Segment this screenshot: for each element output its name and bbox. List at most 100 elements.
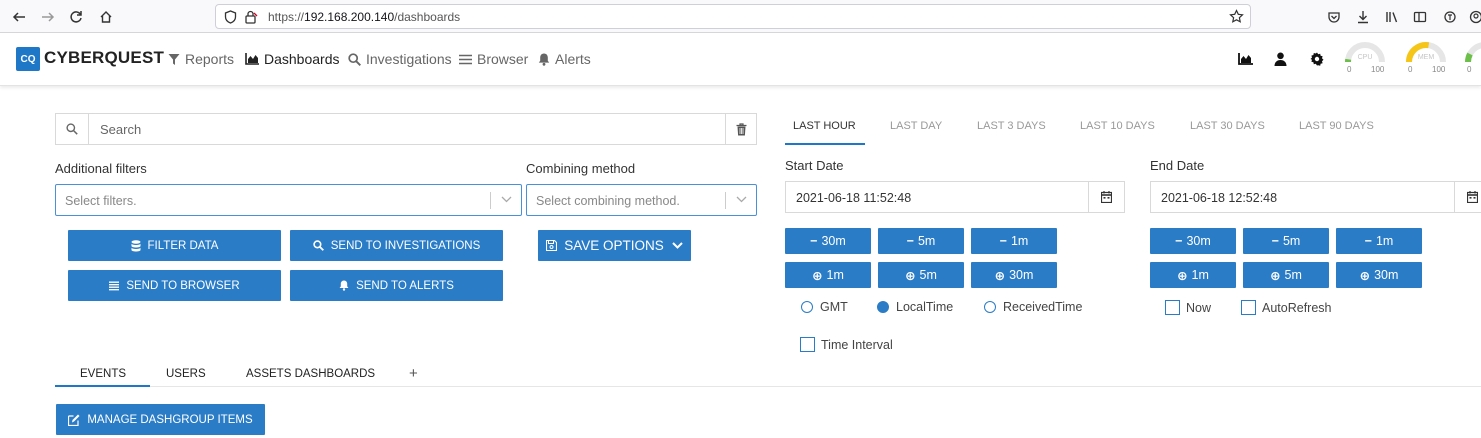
- start-date-field[interactable]: 2021-06-18 11:52:48: [785, 181, 1125, 213]
- radio-receivedtime[interactable]: ReceivedTime: [984, 300, 1082, 314]
- home-icon[interactable]: [96, 7, 116, 27]
- lock-icon[interactable]: [244, 10, 258, 24]
- save-options-button[interactable]: SAVE OPTIONS: [538, 230, 691, 261]
- nav-dashboards[interactable]: Dashboards: [245, 51, 340, 67]
- mem-gauge-label: MEM: [1417, 54, 1435, 61]
- end-plus-5m-button[interactable]: ⊕ 5m: [1243, 262, 1329, 288]
- shield-icon[interactable]: [224, 10, 237, 24]
- radio-button-selected[interactable]: [877, 301, 889, 313]
- search-input[interactable]: [90, 114, 726, 144]
- chevron-down-icon[interactable]: [736, 196, 747, 203]
- checkbox[interactable]: [1165, 300, 1180, 315]
- cpu-gauge-label: CPU: [1357, 54, 1373, 61]
- range-tab-last-10-days[interactable]: LAST 10 DAYS: [1080, 120, 1155, 132]
- calendar-icon[interactable]: [1088, 182, 1124, 212]
- active-range-indicator: [785, 143, 865, 145]
- trash-icon[interactable]: [725, 114, 756, 144]
- nav-alerts[interactable]: Alerts: [538, 51, 591, 67]
- send-to-investigations-button[interactable]: SEND TO INVESTIGATIONS: [290, 230, 503, 261]
- autorefresh-checkbox[interactable]: AutoRefresh: [1241, 300, 1331, 315]
- account-icon[interactable]: [1466, 7, 1481, 27]
- nav-reports[interactable]: Reports: [168, 51, 234, 67]
- now-label: Now: [1186, 300, 1212, 315]
- cpu-gauge-min: 0: [1347, 65, 1352, 74]
- bookmark-star-icon[interactable]: [1229, 9, 1244, 24]
- area-chart-icon[interactable]: [1236, 50, 1254, 68]
- additional-filters-placeholder: Select filters.: [65, 194, 137, 208]
- back-icon[interactable]: [9, 7, 29, 27]
- calendar-icon[interactable]: [1454, 182, 1481, 212]
- mem-gauge-max: 100: [1432, 65, 1446, 74]
- step-label: 1m: [1375, 234, 1394, 248]
- end-plus-30m-button[interactable]: ⊕ 30m: [1336, 262, 1422, 288]
- step-label: 5m: [1284, 268, 1302, 282]
- extension-icon[interactable]: [1440, 7, 1460, 27]
- start-minus-30m-button[interactable]: −30m: [785, 228, 871, 254]
- url-text[interactable]: https://192.168.200.140/dashboards: [268, 10, 460, 24]
- filter-data-button[interactable]: FILTER DATA: [68, 230, 281, 261]
- start-plus-1m-button[interactable]: ⊕ 1m: [785, 262, 871, 288]
- url-path: /dashboards: [394, 10, 461, 24]
- sidebar-icon[interactable]: [1410, 7, 1430, 27]
- send-to-browser-button[interactable]: SEND TO BROWSER: [68, 270, 281, 301]
- search-icon: [348, 52, 361, 66]
- logo-abbr: CQ: [20, 53, 36, 65]
- radio-localtime[interactable]: LocalTime: [877, 300, 953, 314]
- forward-icon[interactable]: [38, 7, 58, 27]
- search-icon: [313, 240, 324, 251]
- step-label: 30m: [821, 234, 846, 248]
- minus-icon: −: [999, 234, 1007, 248]
- end-minus-30m-button[interactable]: −30m: [1150, 228, 1236, 254]
- tab-assets-dashboards[interactable]: ASSETS DASHBOARDS: [246, 368, 375, 380]
- tab-events[interactable]: EVENTS: [80, 368, 126, 380]
- range-tab-last-3-days[interactable]: LAST 3 DAYS: [977, 120, 1046, 132]
- logo[interactable]: CQ: [16, 47, 40, 71]
- send-to-alerts-button[interactable]: SEND TO ALERTS: [290, 270, 503, 301]
- gear-icon[interactable]: [1308, 50, 1326, 68]
- search-icon[interactable]: [56, 114, 89, 144]
- end-minus-1m-button[interactable]: −1m: [1336, 228, 1422, 254]
- now-checkbox[interactable]: Now: [1165, 300, 1211, 315]
- filter-data-label: FILTER DATA: [147, 239, 219, 252]
- step-label: 30m: [1009, 268, 1034, 282]
- user-icon[interactable]: [1271, 50, 1289, 68]
- library-icon[interactable]: [1382, 7, 1402, 27]
- reload-icon[interactable]: [66, 7, 86, 27]
- tabs-divider: [55, 386, 1481, 387]
- end-date-field[interactable]: 2021-06-18 12:52:48: [1150, 181, 1481, 213]
- download-icon[interactable]: [1353, 7, 1373, 27]
- start-plus-30m-button[interactable]: ⊕ 30m: [971, 262, 1057, 288]
- radio-button[interactable]: [984, 301, 996, 313]
- combining-method-select[interactable]: Select combining method.: [526, 184, 757, 216]
- additional-filters-select[interactable]: Select filters.: [55, 184, 522, 216]
- radio-gmt[interactable]: GMT: [801, 300, 848, 314]
- checkbox[interactable]: [1241, 300, 1256, 315]
- range-tab-last-hour[interactable]: LAST HOUR: [793, 120, 856, 132]
- range-tab-last-90-days[interactable]: LAST 90 DAYS: [1299, 120, 1374, 132]
- chart-icon: [245, 53, 259, 65]
- time-interval-checkbox[interactable]: Time Interval: [800, 337, 893, 352]
- logo-name[interactable]: CYBERQUEST: [44, 48, 164, 68]
- add-tab-button[interactable]: +: [409, 365, 418, 382]
- pocket-icon[interactable]: [1324, 7, 1344, 27]
- radio-button[interactable]: [801, 301, 813, 313]
- range-tab-last-30-days[interactable]: LAST 30 DAYS: [1190, 120, 1265, 132]
- start-minus-1m-button[interactable]: −1m: [971, 228, 1057, 254]
- save-options-label: SAVE OPTIONS: [564, 238, 664, 253]
- start-minus-5m-button[interactable]: −5m: [878, 228, 964, 254]
- minus-icon: −: [1175, 234, 1183, 248]
- range-tab-last-day[interactable]: LAST DAY: [890, 120, 942, 132]
- step-label: 1m: [1010, 234, 1029, 248]
- checkbox[interactable]: [800, 337, 815, 352]
- end-minus-5m-button[interactable]: −5m: [1243, 228, 1329, 254]
- bell-icon: [538, 53, 550, 66]
- manage-dashgroup-items-button[interactable]: MANAGE DASHGROUP ITEMS: [56, 404, 265, 435]
- nav-investigations[interactable]: Investigations: [348, 51, 452, 67]
- tab-users[interactable]: USERS: [166, 368, 206, 380]
- start-plus-5m-button[interactable]: ⊕ 5m: [878, 262, 964, 288]
- radio-receivedtime-label: ReceivedTime: [1003, 300, 1083, 314]
- chevron-down-icon[interactable]: [501, 196, 512, 203]
- nav-browser[interactable]: Browser: [459, 51, 528, 67]
- url-bar[interactable]: https://192.168.200.140/dashboards: [215, 4, 1251, 29]
- end-plus-1m-button[interactable]: ⊕ 1m: [1150, 262, 1236, 288]
